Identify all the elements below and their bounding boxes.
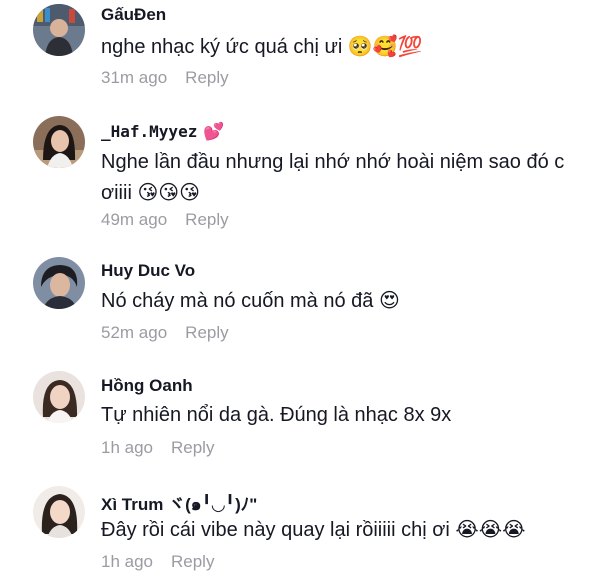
comment-item: _Haf.Myyez 💕 Nghe lần đầu nhưng lại nhớ n… xyxy=(0,110,608,250)
comment-meta: 52m ago Reply xyxy=(101,323,229,343)
comment-text: Nó cháy mà nó cuốn mà nó đã 😍 xyxy=(101,285,596,316)
two-hearts-icon: 💕 xyxy=(203,122,225,142)
avatar[interactable] xyxy=(33,257,85,309)
comment-emojis: 🥺🥰💯 xyxy=(347,34,423,58)
comment-text: Nghe lần đầu nhưng lại nhớ nhớ hoài niệm… xyxy=(101,147,596,208)
comment-timestamp: 52m ago xyxy=(101,323,168,342)
avatar[interactable] xyxy=(33,486,85,538)
comment-emojis: 😭😭😭 xyxy=(455,517,526,541)
avatar[interactable] xyxy=(33,371,85,423)
comment-username[interactable]: Huy Duc Vo xyxy=(101,261,195,281)
comment-username[interactable]: Hồng Oanh xyxy=(101,376,193,396)
reply-button[interactable]: Reply xyxy=(171,552,214,571)
comment-text-body: Nó cháy mà nó cuốn mà nó đã xyxy=(101,290,374,312)
comment-item: GấuĐen nghe nhạc ký ức quá chị ưi 🥺🥰💯 31… xyxy=(0,0,608,110)
comment-item: Xì Trum ヾ(๑╹◡╹)ﾉ" Đây rồi cái vibe này q… xyxy=(0,476,608,587)
comment-emojis: 😍 xyxy=(378,288,400,312)
reply-button[interactable]: Reply xyxy=(185,210,228,229)
comment-timestamp: 31m ago xyxy=(101,68,168,87)
avatar[interactable] xyxy=(33,116,85,168)
comment-meta: 1h ago Reply xyxy=(101,552,214,572)
comment-username[interactable]: GấuĐen xyxy=(101,5,166,25)
reply-button[interactable]: Reply xyxy=(185,68,228,87)
comment-text: Tự nhiên nổi da gà. Đúng là nhạc 8x 9x xyxy=(101,400,596,430)
comment-meta: 31m ago Reply xyxy=(101,68,229,88)
avatar-image xyxy=(33,486,85,538)
comment-timestamp: 49m ago xyxy=(101,210,168,229)
comment-timestamp: 1h ago xyxy=(101,438,153,457)
avatar-image xyxy=(33,4,85,56)
comment-emojis: 😘😘😘 xyxy=(137,180,201,204)
avatar[interactable] xyxy=(33,4,85,56)
comment-text: nghe nhạc ký ức quá chị ưi 🥺🥰💯 xyxy=(101,31,596,62)
comment-item: Huy Duc Vo Nó cháy mà nó cuốn mà nó đã 😍… xyxy=(0,250,608,362)
comment-timestamp: 1h ago xyxy=(101,552,153,571)
comment-text-body: nghe nhạc ký ức quá chị ưi xyxy=(101,36,343,58)
comment-item: Hồng Oanh Tự nhiên nổi da gà. Đúng là nh… xyxy=(0,362,608,476)
comment-text: Đây rồi cái vibe này quay lại rồiiiii ch… xyxy=(101,514,596,545)
avatar-image xyxy=(33,116,85,168)
comment-list: GấuĐen nghe nhạc ký ức quá chị ưi 🥺🥰💯 31… xyxy=(0,0,608,587)
comment-meta: 1h ago Reply xyxy=(101,438,214,458)
comment-text-body: Tự nhiên nổi da gà. Đúng là nhạc 8x 9x xyxy=(101,404,452,426)
avatar-image xyxy=(33,257,85,309)
reply-button[interactable]: Reply xyxy=(171,438,214,457)
comment-username-text: _Haf.Myyez xyxy=(101,122,198,141)
comment-meta: 49m ago Reply xyxy=(101,210,229,230)
comment-text-body: Đây rồi cái vibe này quay lại rồiiiii ch… xyxy=(101,519,450,541)
comment-username[interactable]: _Haf.Myyez 💕 xyxy=(101,122,225,142)
reply-button[interactable]: Reply xyxy=(185,323,228,342)
avatar-image xyxy=(33,371,85,423)
